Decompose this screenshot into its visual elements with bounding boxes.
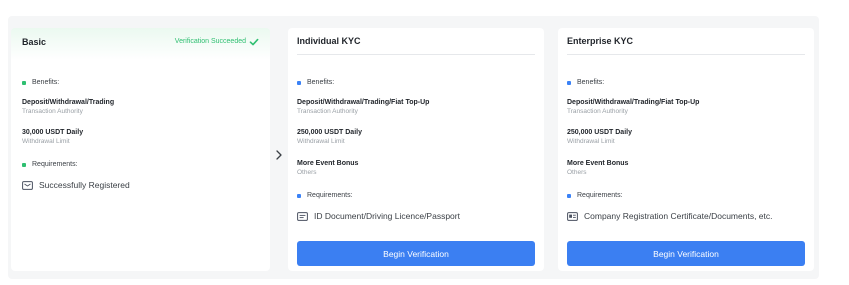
bullet-icon [297, 193, 301, 198]
benefit-subtitle: Others [567, 169, 587, 176]
enterprise-benefit-item: 250,000 USDT Daily Withdrawal Limit [567, 128, 632, 146]
enterprise-benefit-item: Deposit/Withdrawal/Trading/Fiat Top-Up T… [567, 98, 699, 116]
benefit-title: 250,000 USDT Daily [567, 129, 632, 136]
mail-icon [22, 180, 33, 190]
individual-title: Individual KYC [297, 36, 361, 46]
individual-kyc-card: Individual KYC Benefits: Deposit/Withdra… [288, 28, 544, 271]
individual-requirements-heading: Requirements: [297, 192, 353, 199]
benefit-title: More Event Bonus [297, 160, 359, 167]
benefit-subtitle: Withdrawal Limit [22, 138, 70, 145]
id-card-icon [297, 211, 308, 221]
enterprise-card-header: Enterprise KYC [567, 28, 805, 55]
bullet-icon [22, 80, 26, 85]
benefit-title: Deposit/Withdrawal/Trading [22, 99, 115, 106]
basic-title: Basic [22, 36, 47, 47]
enterprise-benefits-label: Benefits: [577, 79, 605, 86]
individual-benefits-label: Benefits: [307, 79, 335, 86]
benefit-title: Deposit/Withdrawal/Trading/Fiat Top-Up [567, 99, 700, 106]
basic-benefits-label: Benefits: [32, 79, 60, 86]
individual-benefits-heading: Benefits: [297, 79, 334, 86]
bullet-icon [22, 162, 26, 167]
individual-begin-verification-button[interactable]: Begin Verification [297, 241, 535, 266]
individual-benefit-item: Deposit/Withdrawal/Trading/Fiat Top-Up T… [297, 98, 429, 116]
benefit-title: 250,000 USDT Daily [297, 129, 362, 136]
benefit-subtitle: Transaction Authority [297, 108, 358, 115]
individual-benefit-item: 250,000 USDT Daily Withdrawal Limit [297, 128, 362, 146]
benefit-subtitle: Transaction Authority [567, 108, 628, 115]
basic-card: Basic Verification Succeeded Benefits: D… [11, 28, 270, 271]
enterprise-begin-verification-button[interactable]: Begin Verification [567, 241, 805, 266]
bullet-icon [297, 80, 301, 85]
enterprise-kyc-card: Enterprise KYC Benefits: Deposit/Withdra… [558, 28, 814, 271]
benefit-subtitle: Withdrawal Limit [297, 138, 345, 145]
verification-status-text: Verification Succeeded [174, 38, 246, 45]
basic-requirement-text: Successfully Registered [39, 180, 130, 190]
enterprise-requirements-label: Requirements: [577, 192, 623, 199]
basic-benefit-item: Deposit/Withdrawal/Trading Transaction A… [22, 98, 114, 116]
benefit-title: More Event Bonus [567, 160, 629, 167]
enterprise-requirement-text: Company Registration Certificate/Documen… [584, 211, 773, 221]
basic-requirements-label: Requirements: [32, 161, 78, 168]
individual-card-header: Individual KYC [297, 28, 535, 55]
benefit-title: 30,000 USDT Daily [22, 129, 84, 136]
benefit-subtitle: Others [297, 169, 317, 176]
kyc-levels-panel: Basic Verification Succeeded Benefits: D… [8, 16, 819, 279]
verification-status-badge: Verification Succeeded [175, 37, 259, 47]
enterprise-requirements-heading: Requirements: [567, 192, 623, 199]
basic-requirements-heading: Requirements: [22, 161, 78, 168]
enterprise-title: Enterprise KYC [567, 36, 634, 46]
basic-card-header: Basic Verification Succeeded [22, 28, 259, 55]
enterprise-benefits-heading: Benefits: [567, 79, 604, 86]
basic-benefits-heading: Benefits: [22, 79, 59, 86]
basic-requirement: Successfully Registered [22, 180, 130, 190]
bullet-icon [567, 193, 571, 198]
benefit-subtitle: Transaction Authority [22, 108, 83, 115]
enterprise-requirement: Company Registration Certificate/Documen… [567, 211, 773, 221]
benefit-title: Deposit/Withdrawal/Trading/Fiat Top-Up [297, 99, 430, 106]
bullet-icon [567, 80, 571, 85]
individual-benefit-item: More Event Bonus Others [297, 159, 358, 177]
individual-requirement: ID Document/Driving Licence/Passport [297, 211, 460, 221]
enterprise-benefit-item: More Event Bonus Others [567, 159, 628, 177]
individual-requirements-label: Requirements: [307, 192, 353, 199]
business-card-icon [567, 211, 578, 221]
basic-benefit-item: 30,000 USDT Daily Withdrawal Limit [22, 128, 83, 146]
chevron-right-icon [276, 150, 282, 160]
individual-requirement-text: ID Document/Driving Licence/Passport [314, 211, 460, 221]
benefit-subtitle: Withdrawal Limit [567, 138, 615, 145]
check-icon [249, 38, 259, 45]
